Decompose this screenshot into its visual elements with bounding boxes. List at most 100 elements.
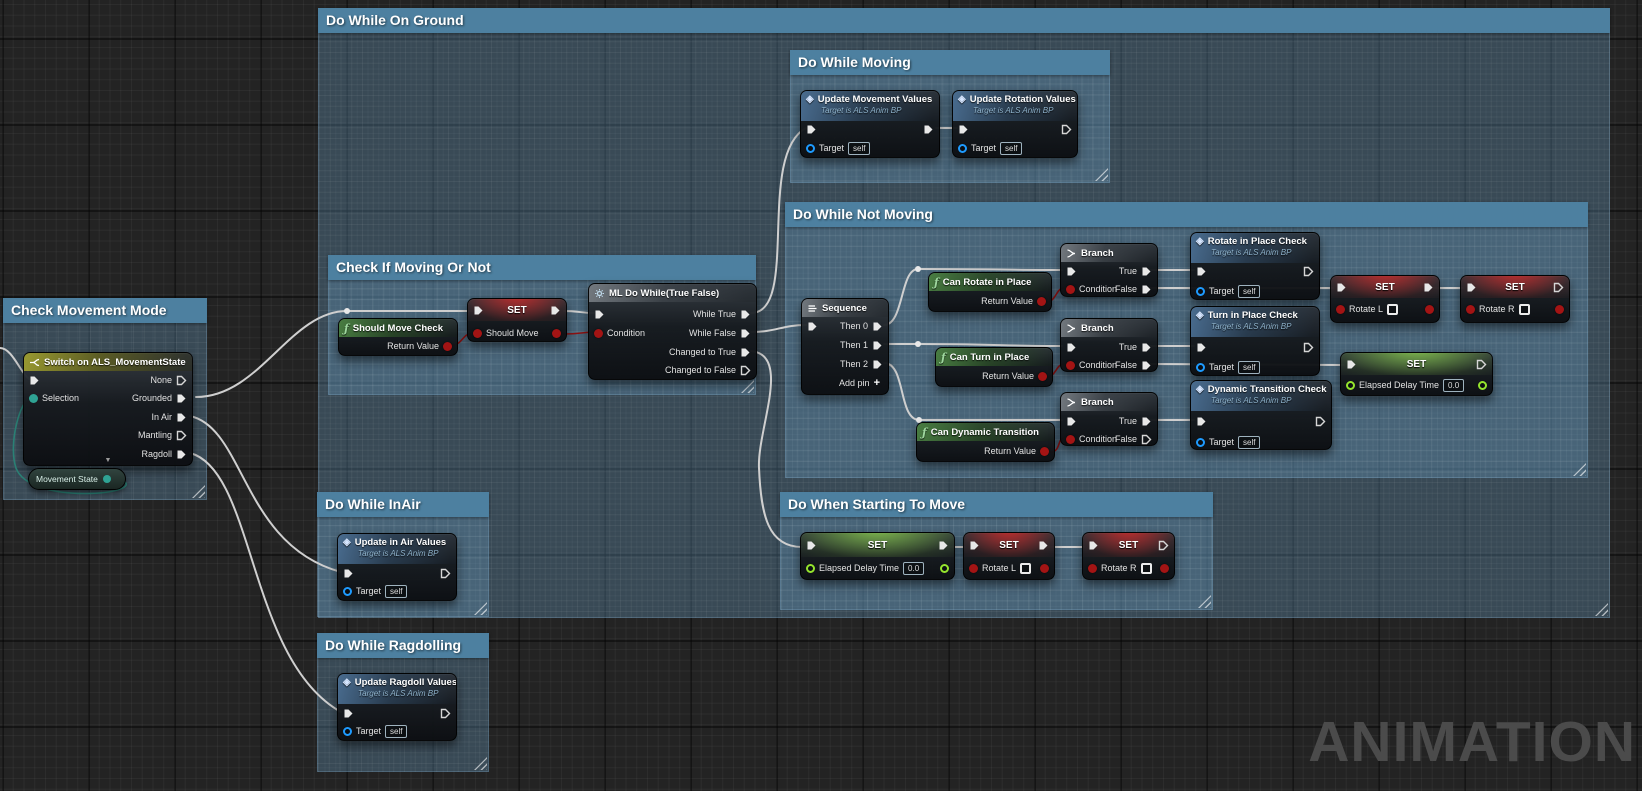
exec-in-pin[interactable]: [1196, 416, 1207, 427]
bool-out-pin[interactable]: [1040, 564, 1049, 573]
node-dynamic-transition-check[interactable]: ◈Dynamic Transition Check Target is ALS …: [1190, 380, 1332, 450]
node-can-turn-in-place[interactable]: ƒCan Turn in Place Return Value: [935, 347, 1053, 387]
exec-in-pin[interactable]: [807, 321, 818, 332]
exec-in-pin[interactable]: [1066, 266, 1077, 277]
exec-in-pin[interactable]: [1196, 342, 1207, 353]
exec-out-pin[interactable]: [1141, 416, 1152, 427]
node-movement-state-variable[interactable]: Movement State: [28, 468, 126, 490]
target-pin[interactable]: [1196, 363, 1205, 372]
target-value-box[interactable]: self: [1238, 285, 1260, 298]
node-update-in-air-values[interactable]: ◈Update in Air Values Target is ALS Anim…: [337, 533, 457, 601]
exec-out-pin[interactable]: [872, 321, 883, 332]
exec-out-pin[interactable]: [1423, 282, 1434, 293]
exec-out-pin[interactable]: [1141, 284, 1152, 295]
exec-out-pin[interactable]: [1141, 434, 1152, 445]
exec-out-pin[interactable]: [440, 568, 451, 579]
exec-in-pin[interactable]: [29, 375, 40, 386]
exec-out-pin[interactable]: [550, 305, 561, 316]
exec-out-pin[interactable]: [1553, 282, 1564, 293]
node-set-elapsed-delay-time[interactable]: SET Elapsed Delay Time0.0: [1340, 352, 1493, 396]
float-out-pin[interactable]: [1478, 381, 1487, 390]
exec-in-pin[interactable]: [1066, 416, 1077, 427]
bool-out-pin[interactable]: [1555, 305, 1564, 314]
bool-out-pin[interactable]: [552, 329, 561, 338]
node-set-should-move[interactable]: SET Should Move: [467, 298, 567, 342]
bool-in-pin[interactable]: [1466, 305, 1475, 314]
bool-checkbox[interactable]: [1519, 304, 1530, 315]
bool-out-pin[interactable]: [1160, 564, 1169, 573]
exec-in-pin[interactable]: [969, 540, 980, 551]
bool-in-pin[interactable]: [1336, 305, 1345, 314]
float-in-pin[interactable]: [1346, 381, 1355, 390]
bool-in-pin[interactable]: [473, 329, 482, 338]
return-value-pin[interactable]: [1040, 447, 1049, 456]
exec-out-pin[interactable]: [740, 328, 751, 339]
exec-in-pin[interactable]: [1088, 540, 1099, 551]
return-value-pin[interactable]: [1038, 372, 1047, 381]
exec-out-pin[interactable]: [176, 449, 187, 460]
node-ml-do-while[interactable]: ML Do While(True False) Condition While …: [588, 283, 757, 380]
node-update-movement-values[interactable]: ◈Update Movement Values Target is ALS An…: [800, 90, 940, 158]
condition-pin[interactable]: [1066, 361, 1075, 370]
exec-out-pin[interactable]: [1303, 266, 1314, 277]
target-pin[interactable]: [343, 727, 352, 736]
exec-out-pin[interactable]: [740, 365, 751, 376]
exec-out-pin[interactable]: [872, 359, 883, 370]
add-pin-button[interactable]: Add pin+: [802, 375, 888, 391]
bool-in-pin[interactable]: [1088, 564, 1097, 573]
condition-pin[interactable]: [1066, 285, 1075, 294]
exec-out-pin[interactable]: [938, 540, 949, 551]
node-branch-turn[interactable]: Branch Condition True False: [1060, 318, 1158, 372]
target-value-box[interactable]: self: [385, 585, 407, 598]
return-value-pin[interactable]: [1037, 297, 1046, 306]
exec-out-pin[interactable]: [1141, 266, 1152, 277]
node-branch-dynamic[interactable]: Branch Condition True False: [1060, 392, 1158, 446]
exec-out-pin[interactable]: [740, 309, 751, 320]
exec-in-pin[interactable]: [1066, 342, 1077, 353]
exec-out-pin[interactable]: [1038, 540, 1049, 551]
exec-out-pin[interactable]: [1315, 416, 1326, 427]
float-in-pin[interactable]: [806, 564, 815, 573]
exec-out-pin[interactable]: [1476, 359, 1487, 370]
node-set-rotate-r[interactable]: SET Rotate R: [1460, 275, 1570, 323]
condition-pin[interactable]: [594, 329, 603, 338]
exec-in-pin[interactable]: [806, 540, 817, 551]
exec-in-pin[interactable]: [1196, 266, 1207, 277]
bool-checkbox[interactable]: [1020, 563, 1031, 574]
node-set-elapsed-delay-time-start[interactable]: SET Elapsed Delay Time0.0: [800, 532, 955, 580]
node-sequence[interactable]: Sequence Then 0 Then 1 Then 2 Add pin+: [801, 298, 889, 395]
exec-out-pin[interactable]: [1061, 124, 1072, 135]
exec-in-pin[interactable]: [806, 124, 817, 135]
exec-out-pin[interactable]: [872, 340, 883, 351]
target-pin[interactable]: [806, 144, 815, 153]
exec-in-pin[interactable]: [343, 708, 354, 719]
float-value-box[interactable]: 0.0: [1443, 379, 1464, 392]
node-should-move-check[interactable]: ƒShould Move Check Return Value: [338, 318, 458, 356]
exec-out-pin[interactable]: [1303, 342, 1314, 353]
variable-out-pin[interactable]: [103, 475, 111, 483]
node-turn-in-place-check[interactable]: ◈Turn in Place Check Target is ALS Anim …: [1190, 306, 1320, 376]
exec-out-pin[interactable]: [1158, 540, 1169, 551]
target-pin[interactable]: [1196, 438, 1205, 447]
exec-out-pin[interactable]: [176, 430, 187, 441]
bool-out-pin[interactable]: [1425, 305, 1434, 314]
target-pin[interactable]: [1196, 287, 1205, 296]
exec-out-pin[interactable]: [1141, 360, 1152, 371]
bool-in-pin[interactable]: [969, 564, 978, 573]
node-set-rotate-l[interactable]: SET Rotate L: [1330, 275, 1440, 323]
exec-out-pin[interactable]: [176, 393, 187, 404]
exec-out-pin[interactable]: [923, 124, 934, 135]
condition-pin[interactable]: [1066, 435, 1075, 444]
exec-in-pin[interactable]: [958, 124, 969, 135]
exec-in-pin[interactable]: [343, 568, 354, 579]
advanced-toggle-icon[interactable]: ▼: [105, 457, 112, 465]
exec-in-pin[interactable]: [1346, 359, 1357, 370]
exec-out-pin[interactable]: [740, 347, 751, 358]
node-switch-on-als-movementstate[interactable]: Switch on ALS_MovementState Selection No…: [23, 352, 193, 466]
float-value-box[interactable]: 0.0: [903, 562, 924, 575]
target-value-box[interactable]: self: [1238, 436, 1260, 449]
exec-in-pin[interactable]: [1336, 282, 1347, 293]
node-can-rotate-in-place[interactable]: ƒCan Rotate in Place Return Value: [928, 272, 1052, 312]
return-value-pin[interactable]: [443, 342, 452, 351]
node-can-dynamic-transition[interactable]: ƒCan Dynamic Transition Return Value: [916, 422, 1055, 462]
